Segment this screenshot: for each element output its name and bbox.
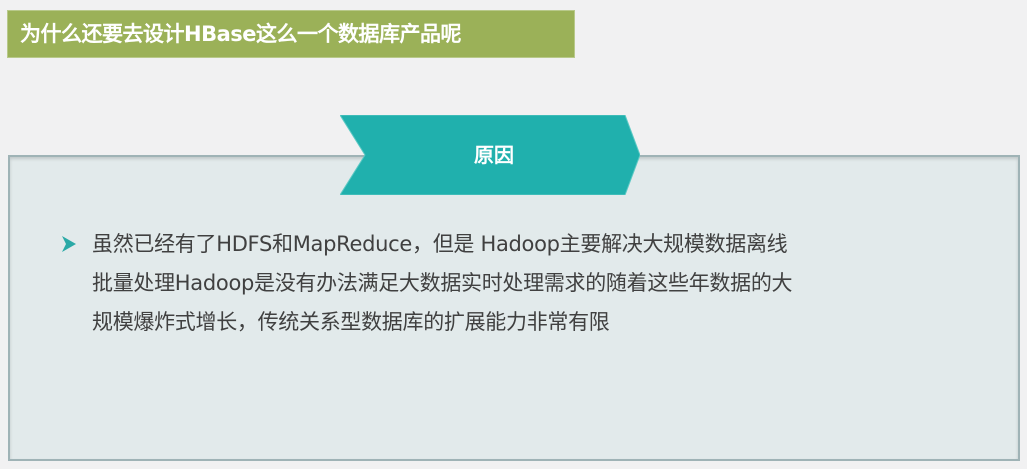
bullet-line: 批量处理Hadoop是没有办法满足大数据实时处理需求的随着这些年数据的大: [92, 271, 793, 295]
section-label: 原因: [474, 143, 514, 167]
bullet-line: 虽然已经有了HDFS和MapReduce，但是 Hadoop主要解决大规模数据离…: [92, 232, 788, 256]
bullet-line: 规模爆炸式增长，传统关系型数据库的扩展能力非常有限: [92, 310, 610, 334]
section-chevron: 原因: [340, 115, 640, 195]
arrow-bullet-icon: [62, 236, 76, 256]
slide-title: 为什么还要去设计HBase这么一个数据库产品呢: [7, 10, 575, 58]
